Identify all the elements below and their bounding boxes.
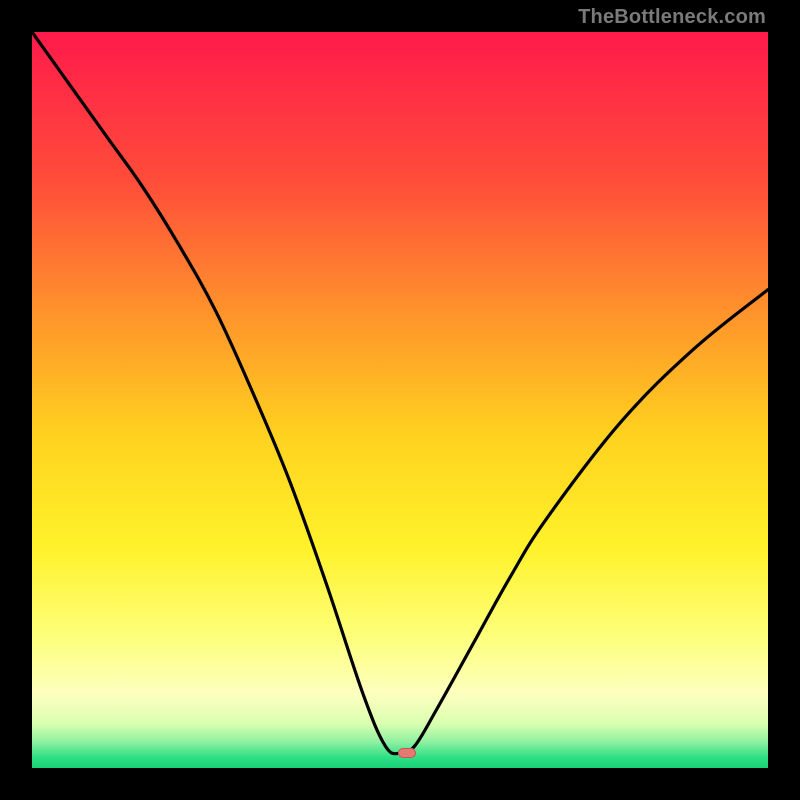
gradient-background <box>32 32 768 768</box>
plot-area <box>32 32 768 768</box>
optimal-marker <box>398 748 416 758</box>
chart-frame: TheBottleneck.com <box>0 0 800 800</box>
watermark-text: TheBottleneck.com <box>578 6 766 29</box>
plot-wrap <box>32 32 768 768</box>
